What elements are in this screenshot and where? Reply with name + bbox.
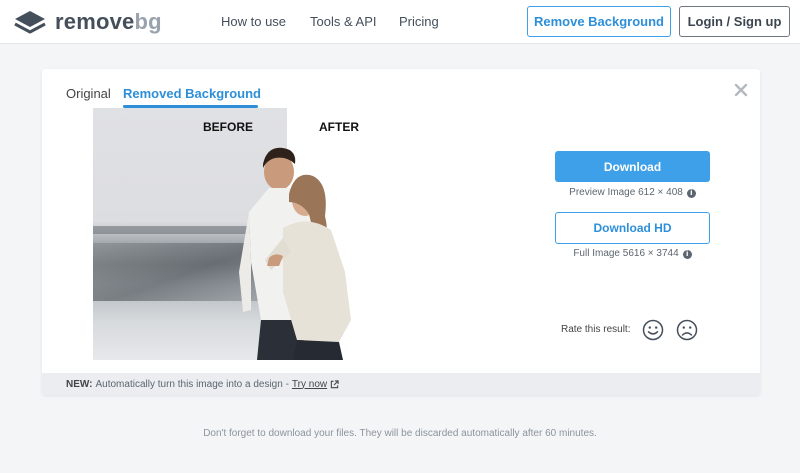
info-icon[interactable]: i (686, 188, 696, 198)
info-icon[interactable]: i (682, 249, 692, 259)
design-promo-bar: NEW: Automatically turn this image into … (42, 373, 760, 395)
preview-image-size: Preview Image 612 × 408 (569, 187, 683, 198)
before-after-compare[interactable]: BEFORE AFTER (93, 108, 471, 360)
nav-pricing[interactable]: Pricing (399, 13, 439, 31)
layers-icon (14, 11, 46, 34)
couple-photo (239, 147, 351, 360)
logo[interactable]: removebg (13, 8, 162, 36)
nav-how-to-use[interactable]: How to use (221, 13, 286, 31)
download-button[interactable]: Download (555, 151, 710, 182)
login-signup-button[interactable]: Login / Sign up (679, 6, 790, 37)
compare-slider-handle[interactable] (286, 108, 288, 360)
logo-text: removebg (55, 9, 162, 34)
discard-notice: Don't forget to download your files. The… (203, 428, 597, 439)
new-badge-label: NEW: (66, 378, 93, 390)
smile-icon[interactable] (642, 319, 664, 341)
try-now-link[interactable]: Try now (292, 379, 327, 390)
tab-removed-background[interactable]: Removed Background (123, 85, 261, 103)
top-header: removebg How to use Tools & API Pricing … (0, 0, 800, 44)
preview-image-info: Preview Image 612 × 408 i (555, 187, 710, 199)
promo-text: Automatically turn this image into a des… (95, 378, 289, 390)
full-image-size: Full Image 5616 × 3744 (573, 248, 679, 259)
before-label: BEFORE (203, 120, 254, 134)
frown-icon[interactable] (676, 319, 698, 341)
remove-background-button[interactable]: Remove Background (527, 6, 671, 37)
close-icon[interactable] (733, 82, 749, 98)
rate-result-label: Rate this result: (561, 324, 631, 335)
tab-original[interactable]: Original (66, 85, 111, 103)
external-link-icon[interactable] (330, 379, 339, 389)
after-label: AFTER (319, 120, 359, 134)
nav-tools-api[interactable]: Tools & API (310, 13, 376, 31)
result-card: Original Removed Background BEFORE AFTER… (42, 69, 760, 395)
download-hd-button[interactable]: Download HD (555, 212, 710, 244)
full-image-info: Full Image 5616 × 3744 i (555, 248, 710, 260)
